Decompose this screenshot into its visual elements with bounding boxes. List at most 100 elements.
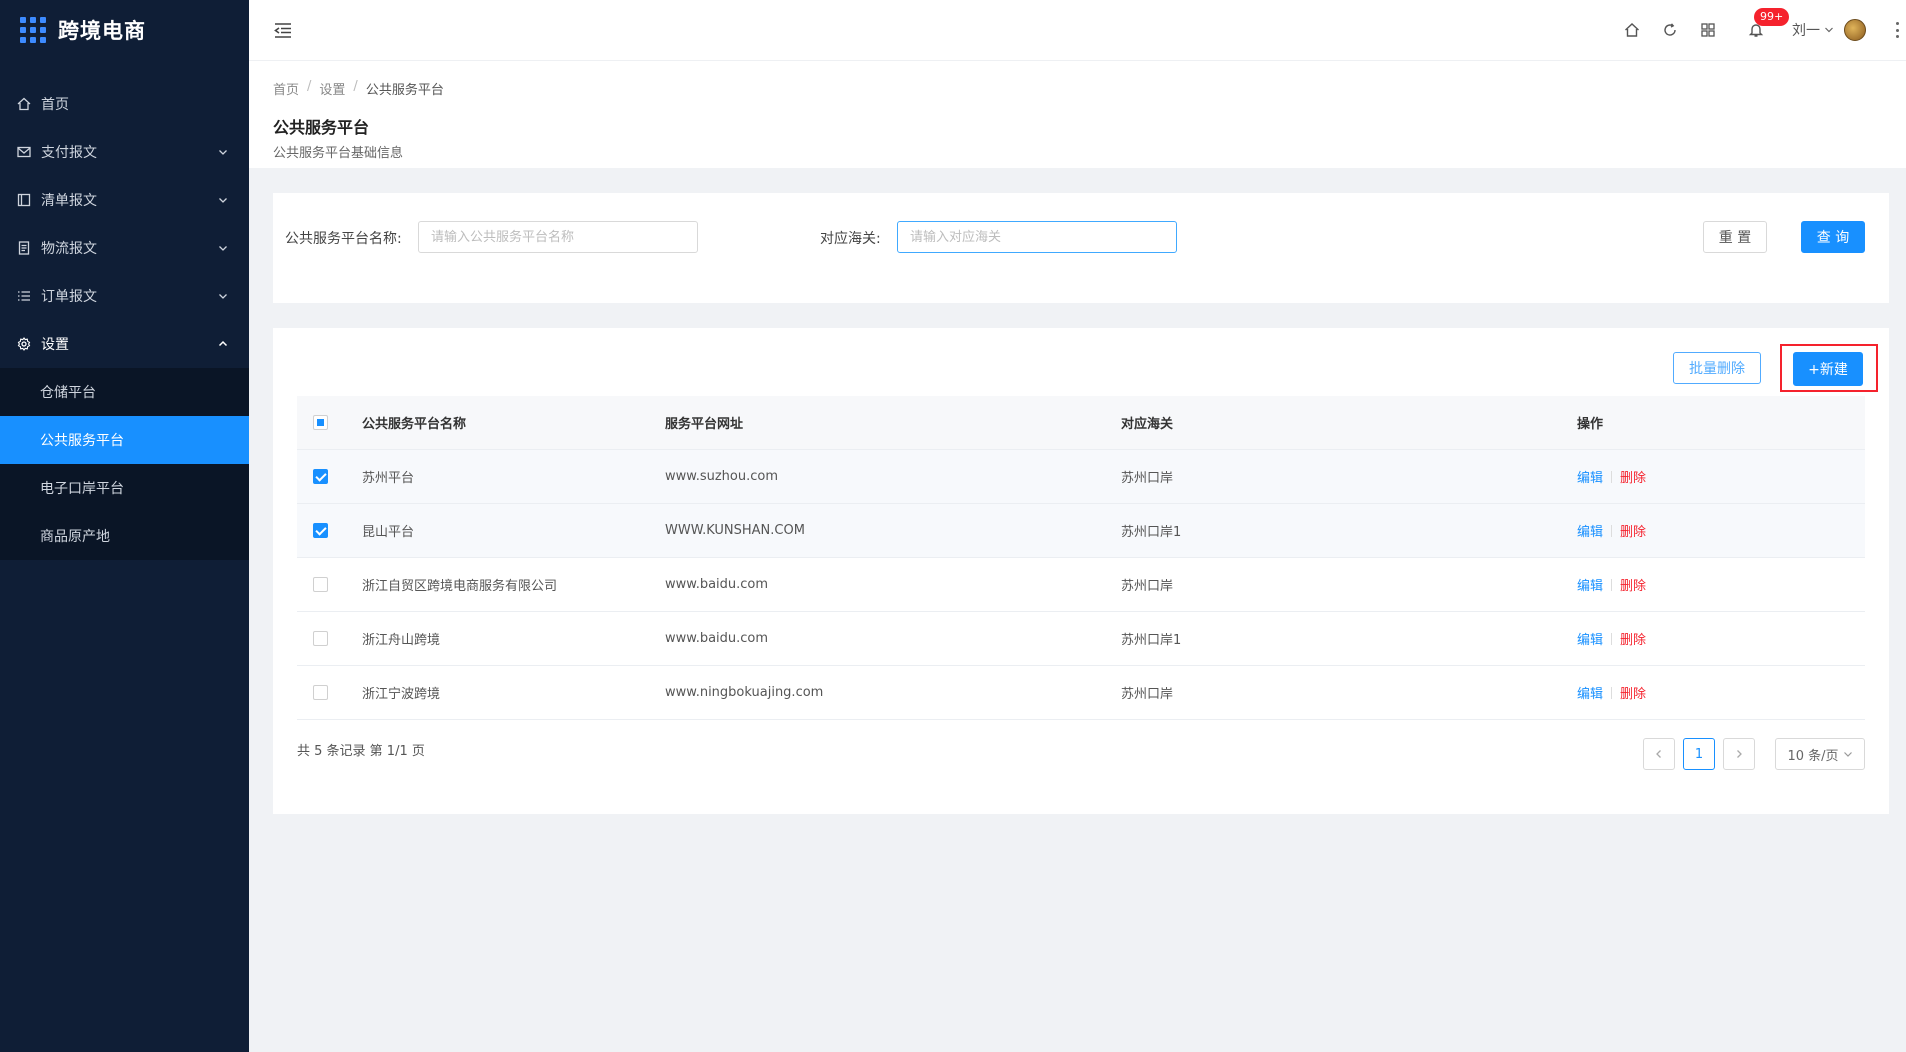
cell-customs: 苏州口岸1 — [1121, 525, 1182, 540]
sidebar-item-label: 物流报文 — [41, 241, 97, 257]
column-header-name: 公共服务平台名称 — [362, 417, 467, 432]
divider — [1611, 578, 1613, 591]
cell-customs: 苏州口岸 — [1121, 687, 1174, 702]
delete-link[interactable]: 删除 — [1620, 683, 1646, 702]
sidebar-subitem-eport[interactable]: 电子口岸平台 — [0, 464, 249, 512]
row-checkbox[interactable] — [313, 577, 328, 592]
settings-submenu: 仓储平台 公共服务平台 电子口岸平台 商品原产地 — [0, 368, 249, 560]
column-header-customs: 对应海关 — [1121, 417, 1174, 432]
cell-name: 浙江舟山跨境 — [362, 633, 441, 648]
bell-icon[interactable]: 99+ — [1746, 8, 1790, 40]
edit-link[interactable]: 编辑 — [1577, 629, 1603, 648]
sidebar-item-label: 支付报文 — [41, 145, 97, 161]
sidebar-item-settings[interactable]: 设置 — [0, 320, 249, 368]
edit-link[interactable]: 编辑 — [1577, 683, 1603, 702]
more-vertical-icon[interactable] — [1894, 22, 1900, 38]
new-button[interactable]: +新建 — [1793, 352, 1863, 386]
notification-badge: 99+ — [1754, 8, 1790, 26]
customs-input[interactable] — [897, 221, 1177, 253]
sidebar-subitem-public-service[interactable]: 公共服务平台 — [0, 416, 249, 464]
cell-url: www.suzhou.com — [665, 469, 779, 484]
sidebar-item-label: 首页 — [41, 97, 69, 113]
sidebar-item-home[interactable]: 首页 — [0, 80, 249, 128]
list-icon — [16, 288, 32, 304]
menu-fold-icon[interactable] — [273, 20, 293, 40]
brand[interactable]: 跨境电商 — [0, 0, 249, 60]
prev-page-button[interactable] — [1643, 738, 1675, 770]
edit-link[interactable]: 编辑 — [1577, 467, 1603, 486]
breadcrumb-current: 公共服务平台 — [365, 83, 444, 98]
chevron-left-icon — [1656, 750, 1661, 758]
column-header-ops: 操作 — [1577, 417, 1604, 432]
row-checkbox[interactable] — [313, 469, 328, 484]
sidebar-subitem-origin[interactable]: 商品原产地 — [0, 512, 249, 560]
breadcrumb-separator: / — [307, 79, 312, 94]
cell-url: www.baidu.com — [665, 631, 769, 646]
list-box-icon — [16, 192, 32, 208]
search-form: 公共服务平台名称: 对应海关: 重 置 查 询 — [273, 193, 1889, 303]
next-page-button[interactable] — [1723, 738, 1755, 770]
divider — [1611, 470, 1613, 483]
chevron-up-icon — [218, 340, 228, 347]
apps-grid-icon — [20, 17, 46, 43]
user-name: 刘一 — [1792, 23, 1820, 39]
home-icon[interactable] — [1622, 20, 1642, 40]
table-row: 昆山平台 WWW.KUNSHAN.COM 苏州口岸1 编辑 删除 — [297, 504, 1865, 558]
page-title: 公共服务平台 — [273, 118, 370, 137]
table-row: 浙江宁波跨境 www.ningbokuajing.com 苏州口岸 编辑 删除 — [297, 666, 1865, 720]
page-number-button[interactable]: 1 — [1683, 738, 1715, 770]
cell-url: www.ningbokuajing.com — [665, 685, 824, 700]
mail-icon — [16, 144, 32, 160]
breadcrumb-settings[interactable]: 设置 — [319, 79, 345, 98]
sidebar-item-logistics[interactable]: 物流报文 — [0, 224, 249, 272]
document-icon — [16, 240, 32, 256]
divider — [1611, 686, 1613, 699]
breadcrumb-separator: / — [353, 79, 358, 94]
page-size-select[interactable]: 10 条/页 — [1775, 738, 1865, 770]
chevron-down-icon — [1825, 27, 1833, 33]
cell-name: 浙江宁波跨境 — [362, 687, 441, 702]
sidebar-item-payment[interactable]: 支付报文 — [0, 128, 249, 176]
delete-link[interactable]: 删除 — [1620, 629, 1646, 648]
cell-url: WWW.KUNSHAN.COM — [665, 523, 805, 538]
breadcrumb-home[interactable]: 首页 — [273, 79, 299, 98]
home-icon — [16, 96, 32, 112]
cell-url: www.baidu.com — [665, 577, 769, 592]
apps-icon[interactable] — [1698, 20, 1718, 40]
platform-name-input[interactable] — [418, 221, 698, 253]
delete-link[interactable]: 删除 — [1620, 575, 1646, 594]
select-all-checkbox[interactable] — [313, 415, 328, 430]
edit-link[interactable]: 编辑 — [1577, 521, 1603, 540]
sidebar-item-order[interactable]: 订单报文 — [0, 272, 249, 320]
query-button[interactable]: 查 询 — [1801, 221, 1865, 253]
refresh-icon[interactable] — [1660, 20, 1680, 40]
cell-name: 昆山平台 — [362, 525, 415, 540]
platform-table: 公共服务平台名称 服务平台网址 对应海关 操作 苏州平台 www.suzhou.… — [297, 396, 1865, 720]
delete-link[interactable]: 删除 — [1620, 521, 1646, 540]
sidebar-item-manifest[interactable]: 清单报文 — [0, 176, 249, 224]
delete-link[interactable]: 删除 — [1620, 467, 1646, 486]
cell-name: 浙江自贸区跨境电商服务有限公司 — [362, 579, 558, 594]
table-card: 批量删除 +新建 公共服务平台名称 服务平台网址 对应海关 操作 苏州平台 ww… — [273, 328, 1889, 814]
chevron-right-icon — [1737, 750, 1742, 758]
sidebar-subitem-warehouse[interactable]: 仓储平台 — [0, 368, 249, 416]
table-row: 苏州平台 www.suzhou.com 苏州口岸 编辑 删除 — [297, 450, 1865, 504]
sidebar-item-label: 订单报文 — [41, 289, 97, 305]
row-checkbox[interactable] — [313, 631, 328, 646]
sidebar-item-label: 清单报文 — [41, 193, 97, 209]
platform-name-label: 公共服务平台名称: — [285, 231, 402, 247]
pagination: 1 10 条/页 — [1643, 738, 1865, 770]
row-checkbox[interactable] — [313, 523, 328, 538]
divider — [1611, 524, 1613, 537]
edit-link[interactable]: 编辑 — [1577, 575, 1603, 594]
select-all-cell — [297, 415, 362, 430]
user-menu[interactable]: 刘一 — [1792, 19, 1866, 41]
cell-name: 苏州平台 — [362, 471, 415, 486]
sidebar-item-label: 设置 — [41, 337, 69, 353]
row-checkbox[interactable] — [313, 685, 328, 700]
chevron-down-icon — [219, 198, 227, 203]
batch-delete-button[interactable]: 批量删除 — [1673, 352, 1761, 384]
divider — [1611, 632, 1613, 645]
avatar[interactable] — [1844, 19, 1866, 41]
reset-button[interactable]: 重 置 — [1703, 221, 1767, 253]
